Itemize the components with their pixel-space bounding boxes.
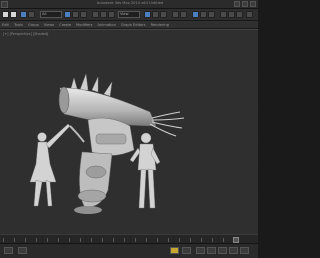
undo-icon[interactable] xyxy=(2,11,9,18)
play-icon[interactable] xyxy=(218,247,227,254)
window-title: Autodesk 3ds Max 2014 x64 Untitled xyxy=(96,1,164,5)
percent-snap-icon[interactable] xyxy=(160,11,167,18)
menu-modifiers[interactable]: Modifiers xyxy=(76,23,92,27)
move-icon[interactable] xyxy=(92,11,99,18)
main-toolbar: All View xyxy=(0,9,258,21)
menu-create[interactable]: Create xyxy=(59,23,71,27)
render-icon[interactable] xyxy=(246,11,253,18)
timeline-ticks xyxy=(3,238,239,242)
selection-filter-dropdown[interactable]: All xyxy=(40,11,62,18)
zoom-extents-icon[interactable] xyxy=(240,247,249,254)
status-bar xyxy=(0,244,258,258)
time-slider-handle[interactable] xyxy=(233,237,239,243)
menu-graph-editors[interactable]: Graph Editors xyxy=(121,23,146,27)
layer-manager-icon[interactable] xyxy=(192,11,199,18)
schematic-view-icon[interactable] xyxy=(208,11,215,18)
previous-frame-icon[interactable] xyxy=(207,247,216,254)
go-to-start-icon[interactable] xyxy=(196,247,205,254)
3d-model-render xyxy=(29,73,185,214)
set-key-button[interactable] xyxy=(182,247,191,254)
maxscript-listener-icon[interactable] xyxy=(4,247,13,254)
menu-views[interactable]: Views xyxy=(44,23,54,27)
next-frame-icon[interactable] xyxy=(229,247,238,254)
render-frame-icon[interactable] xyxy=(236,11,243,18)
menu-animation[interactable]: Animation xyxy=(98,23,116,27)
scale-icon[interactable] xyxy=(108,11,115,18)
menu-group[interactable]: Group xyxy=(28,23,39,27)
menu-bar: Edit Tools Group Views Create Modifiers … xyxy=(0,21,258,29)
render-setup-icon[interactable] xyxy=(228,11,235,18)
reference-coordinate-dropdown[interactable]: View xyxy=(118,11,140,18)
select-by-name-icon[interactable] xyxy=(72,11,79,18)
rotate-icon[interactable] xyxy=(100,11,107,18)
timeline-track[interactable] xyxy=(0,234,258,244)
select-link-icon[interactable] xyxy=(20,11,27,18)
unlink-icon[interactable] xyxy=(28,11,35,18)
align-icon[interactable] xyxy=(180,11,187,18)
menu-edit[interactable]: Edit xyxy=(2,23,9,27)
app-logo-icon[interactable] xyxy=(1,1,8,8)
close-button[interactable] xyxy=(250,1,256,7)
material-editor-icon[interactable] xyxy=(220,11,227,18)
title-bar: Autodesk 3ds Max 2014 x64 Untitled xyxy=(0,0,258,9)
menu-rendering[interactable]: Rendering xyxy=(151,23,169,27)
maximize-button[interactable] xyxy=(242,1,248,7)
minimize-button[interactable] xyxy=(234,1,240,7)
lock-selection-icon[interactable] xyxy=(18,247,27,254)
region-select-icon[interactable] xyxy=(80,11,87,18)
mirror-icon[interactable] xyxy=(172,11,179,18)
select-object-icon[interactable] xyxy=(64,11,71,18)
perspective-viewport[interactable]: [+] [Perspective] [Shaded] · · · · · xyxy=(0,29,258,234)
angle-snap-icon[interactable] xyxy=(152,11,159,18)
curve-editor-icon[interactable] xyxy=(200,11,207,18)
menu-tools[interactable]: Tools xyxy=(14,23,23,27)
snap-toggle-icon[interactable] xyxy=(144,11,151,18)
auto-key-button[interactable] xyxy=(170,247,179,254)
redo-icon[interactable] xyxy=(10,11,17,18)
window-controls xyxy=(234,1,256,7)
